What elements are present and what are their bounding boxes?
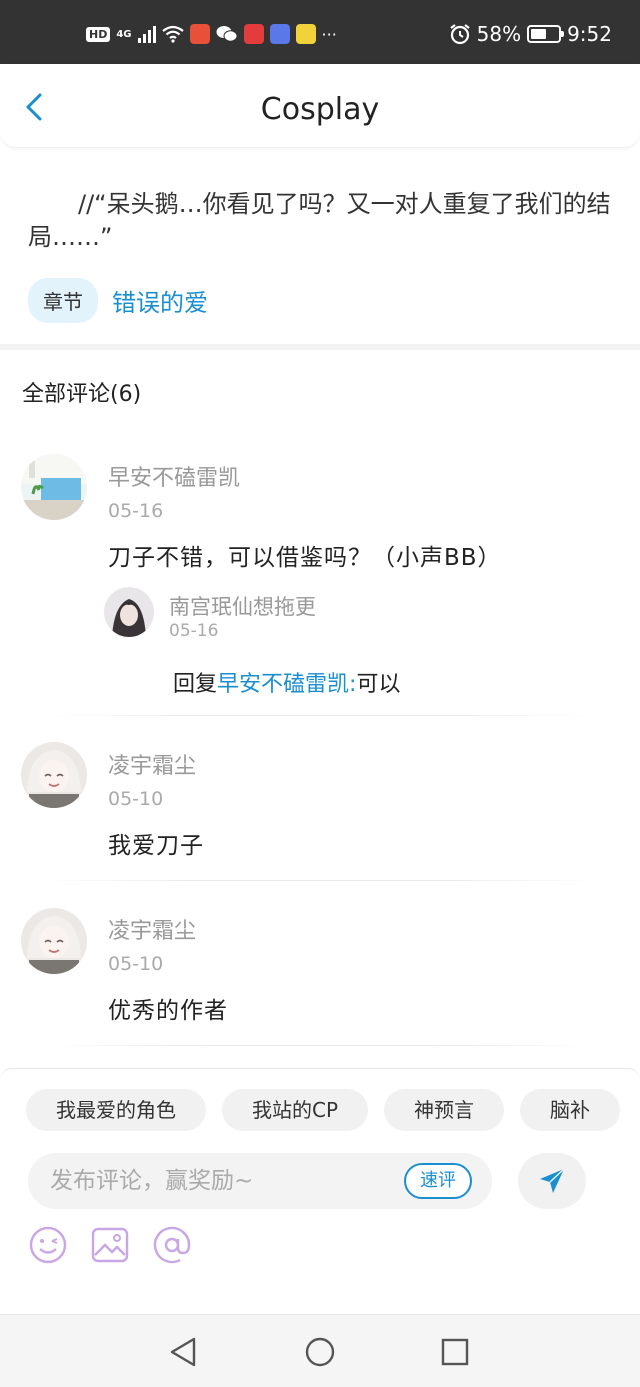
home-circle-icon: [305, 1337, 335, 1367]
clock: 9:52: [567, 22, 612, 46]
chapter-tag: 章节: [28, 278, 98, 323]
chapter-link[interactable]: 错误的爱: [112, 283, 208, 318]
comment-text[interactable]: 优秀的作者: [108, 991, 228, 1025]
more-notifications: ···: [321, 24, 337, 44]
comment-composer: 我最爱的角色 我站的CP 神预言 脑补 速评: [0, 1068, 640, 1314]
comment-date: 05-16: [108, 500, 164, 522]
section-divider: [0, 344, 640, 350]
reply-author[interactable]: 南宫珉仙想拖更: [169, 591, 316, 621]
post-quote: //“呆头鹅…你看见了吗？又一对人重复了我们的结局……”: [28, 190, 611, 251]
nav-back-button[interactable]: [164, 1333, 202, 1371]
comment-separator: [40, 1045, 600, 1046]
wechat-icon: [216, 26, 238, 42]
system-nav-bar: [0, 1314, 640, 1387]
top-app-bar: Cosplay: [0, 64, 640, 148]
comment-author[interactable]: 凌宇霜尘: [108, 748, 196, 780]
wifi-icon: [161, 25, 184, 43]
reply-avatar[interactable]: [104, 587, 154, 637]
topic-chip[interactable]: 我最爱的角色: [26, 1089, 206, 1131]
comment-input[interactable]: [50, 1161, 390, 1201]
app-100-icon: [295, 24, 316, 44]
app-icon: [189, 24, 210, 44]
status-left: HD 4G ···: [86, 22, 337, 46]
comment-text[interactable]: 刀子不错，可以借鉴吗？（小声BB）: [108, 538, 502, 572]
hd-badge: HD: [86, 26, 111, 42]
image-icon: [91, 1227, 129, 1263]
comment-author[interactable]: 早安不磕雷凯: [108, 460, 240, 492]
quick-review-button[interactable]: 速评: [404, 1163, 472, 1199]
avatar[interactable]: [21, 454, 87, 520]
status-bar: HD 4G ··· 58% 9:52: [0, 0, 640, 64]
mention-button[interactable]: [152, 1225, 192, 1265]
avatar[interactable]: [21, 908, 87, 974]
comment-text[interactable]: 我爱刀子: [108, 826, 204, 860]
signal-icon: [137, 25, 156, 43]
comment-separator: [40, 880, 600, 881]
nav-home-button[interactable]: [301, 1333, 339, 1371]
chapter-row: 章节 错误的爱: [28, 278, 208, 323]
shop-618-icon: [243, 24, 264, 44]
reply-text[interactable]: 回复早安不磕雷凯:可以: [173, 666, 400, 698]
comment-input-box[interactable]: 速评: [28, 1153, 492, 1209]
page-title: Cosplay: [260, 92, 380, 127]
battery-percent: 58%: [476, 22, 522, 46]
status-right: 58% 9:52: [449, 22, 612, 46]
send-button[interactable]: [518, 1153, 586, 1209]
emoji-button[interactable]: [28, 1225, 68, 1265]
topic-chip[interactable]: 神预言: [384, 1089, 505, 1131]
composer-tools: [28, 1225, 192, 1265]
reply-date: 05-16: [169, 621, 219, 641]
emoji-icon: [29, 1226, 67, 1264]
nav-recents-button[interactable]: [436, 1333, 474, 1371]
back-triangle-icon: [170, 1337, 196, 1367]
quick-topic-chips: 我最爱的角色 我站的CP 神预言 脑补: [26, 1089, 621, 1131]
send-icon: [540, 1168, 565, 1193]
recents-square-icon: [441, 1338, 469, 1366]
comment-separator: [40, 715, 600, 716]
topic-chip[interactable]: 脑补: [520, 1089, 621, 1131]
mention-icon: [153, 1226, 191, 1264]
music-icon: [269, 24, 290, 44]
comment-date: 05-10: [108, 953, 164, 975]
reply-body: 可以: [356, 672, 401, 697]
comments-title: 全部评论(6): [22, 382, 142, 407]
comment-date: 05-10: [108, 788, 164, 810]
image-button[interactable]: [90, 1225, 130, 1265]
battery-icon: [527, 25, 565, 43]
reply-prefix: 回复: [173, 672, 218, 697]
reply-target-link[interactable]: 早安不磕雷凯:: [217, 672, 356, 697]
comment-author[interactable]: 凌宇霜尘: [108, 913, 196, 945]
topic-chip[interactable]: 我站的CP: [222, 1089, 369, 1131]
alarm-icon: [449, 24, 470, 45]
network-label: 4G: [116, 28, 132, 40]
avatar[interactable]: [21, 742, 87, 808]
